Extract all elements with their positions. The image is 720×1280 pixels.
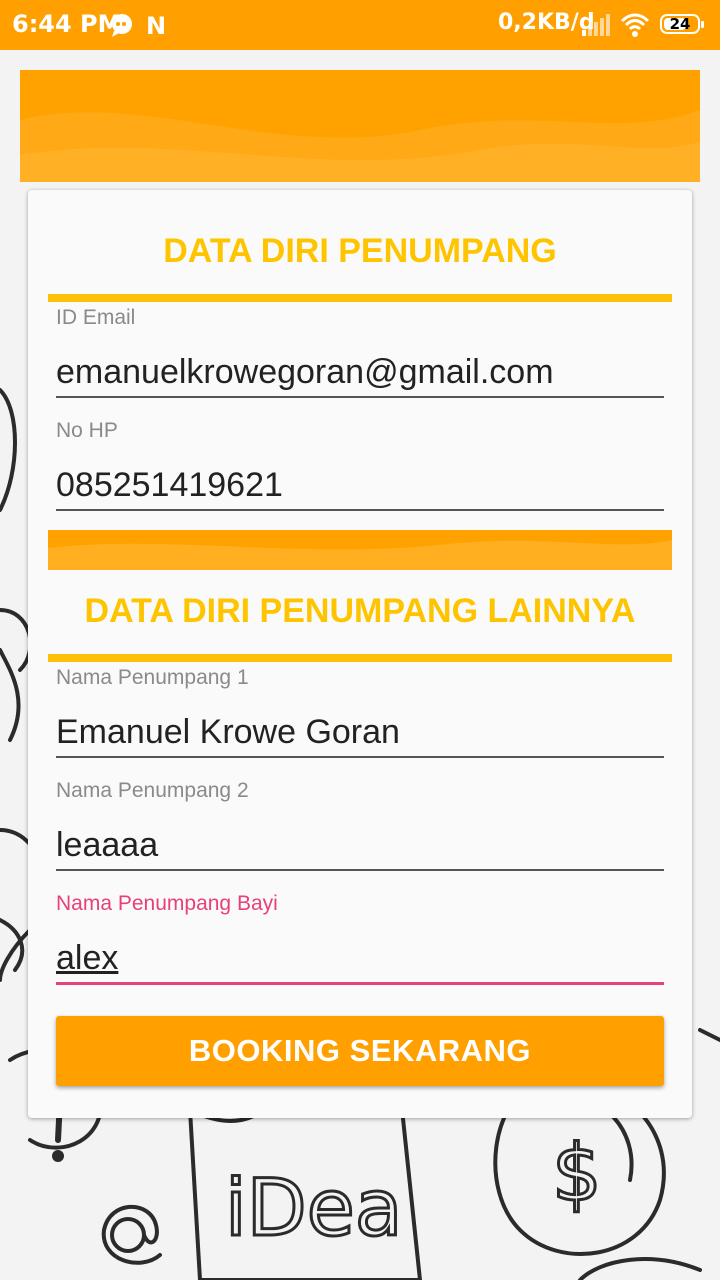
booking-button[interactable]: BOOKING SEKARANG <box>56 1016 664 1086</box>
phone-field[interactable] <box>56 461 664 511</box>
passenger-form-card: DATA DIRI PENUMPANG ID Email No HP DATA … <box>28 190 692 1118</box>
n-app-icon: N <box>146 12 167 40</box>
email-field[interactable] <box>56 348 664 398</box>
header-banner <box>20 70 700 182</box>
section-divider <box>48 654 672 662</box>
section-banner <box>48 530 672 570</box>
passenger1-label: Nama Penumpang 1 <box>56 666 249 689</box>
status-bar: 6:44 PM N 0,2KB/d 24 <box>0 0 720 50</box>
battery-icon: 24 <box>660 14 704 34</box>
email-label: ID Email <box>56 306 136 329</box>
status-time: 6:44 PM <box>12 10 122 38</box>
data-speed: 0,2KB/d <box>498 10 595 35</box>
section-divider <box>48 294 672 302</box>
passenger2-label: Nama Penumpang 2 <box>56 779 249 802</box>
section-title-penumpang: DATA DIRI PENUMPANG <box>163 232 557 270</box>
passenger2-field[interactable] <box>56 821 664 871</box>
wifi-icon <box>620 13 650 37</box>
passenger1-field[interactable] <box>56 708 664 758</box>
idea-doodle-text: iDea <box>225 1164 403 1254</box>
phone-label: No HP <box>56 419 118 442</box>
svg-text:$: $ <box>552 1129 602 1219</box>
battery-level: 24 <box>669 15 691 33</box>
signal-icon <box>582 14 610 36</box>
section-title-penumpang-lainnya: DATA DIRI PENUMPANG LAINNYA <box>84 592 636 630</box>
infant-label: Nama Penumpang Bayi <box>56 892 278 915</box>
infant-field[interactable] <box>56 934 664 985</box>
message-icon <box>112 14 132 37</box>
